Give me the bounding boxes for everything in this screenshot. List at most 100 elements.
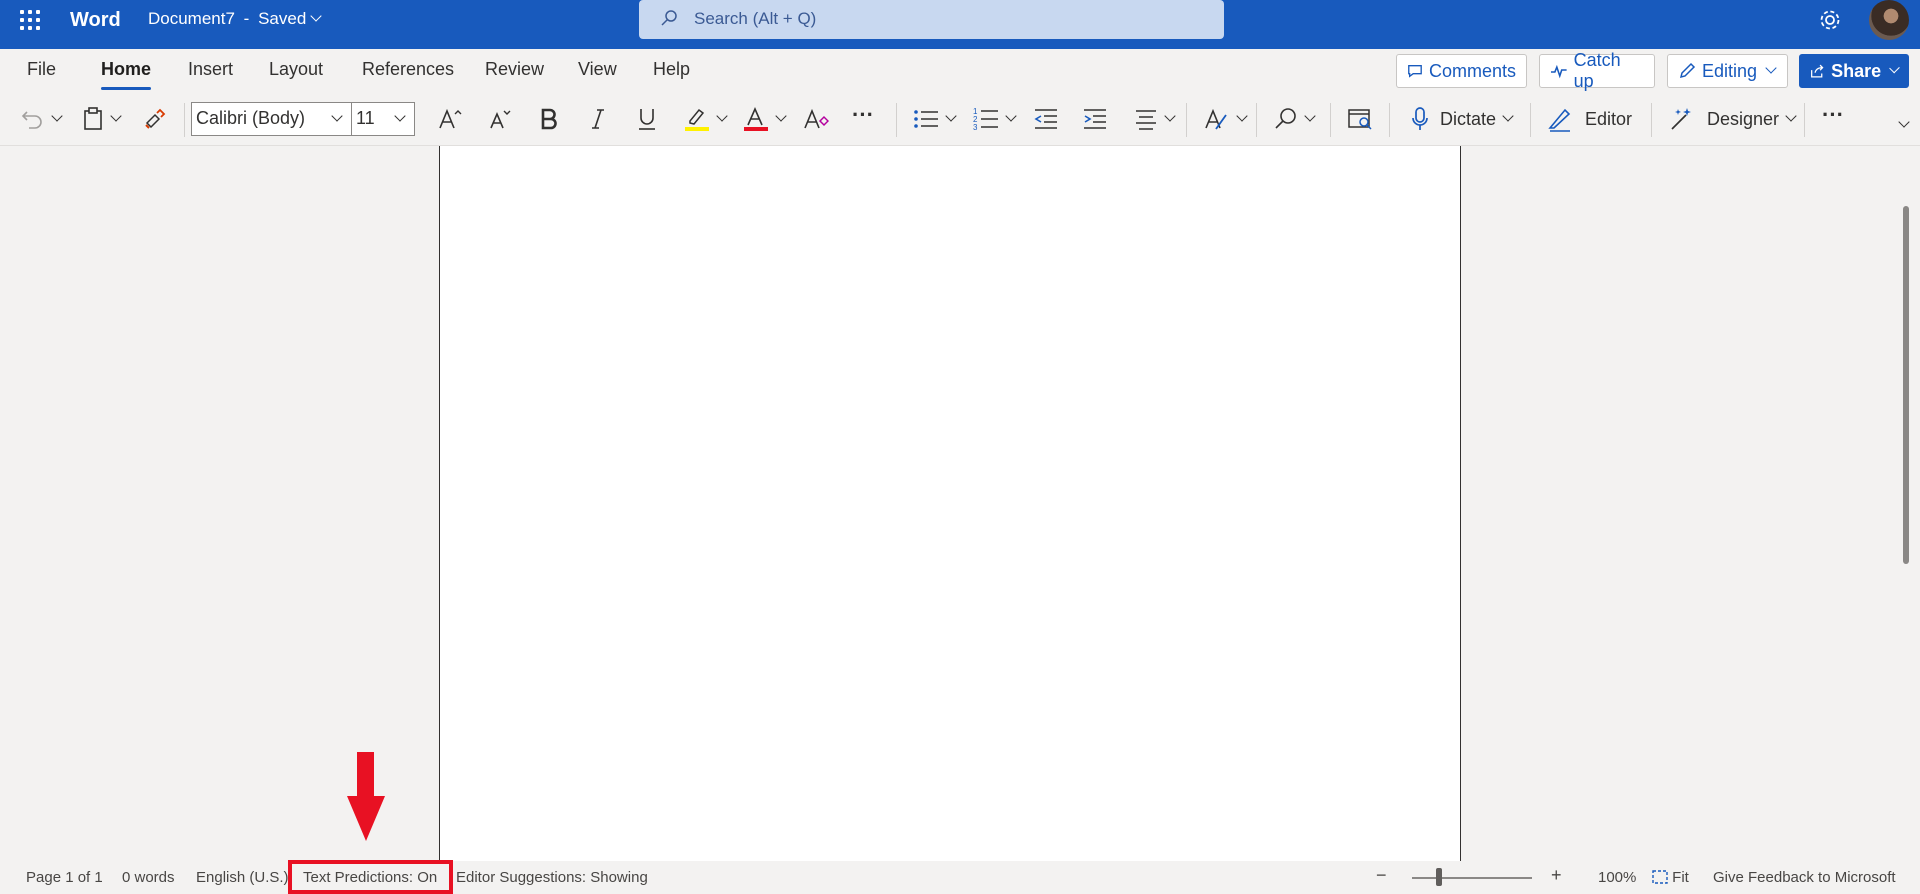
divider bbox=[1186, 103, 1187, 137]
clipboard-icon bbox=[84, 107, 102, 130]
zoom-slider-thumb[interactable] bbox=[1436, 868, 1442, 886]
chevron-down-icon bbox=[1005, 110, 1017, 122]
shrink-font-button[interactable] bbox=[488, 104, 512, 134]
title-bar: Word Document7 - Saved Search (Alt + Q) bbox=[0, 0, 1920, 49]
chevron-down-icon bbox=[110, 110, 122, 122]
page-count[interactable]: Page 1 of 1 bbox=[26, 869, 103, 886]
activity-icon bbox=[1550, 64, 1567, 79]
app-name[interactable]: Word bbox=[70, 9, 121, 32]
styles-button[interactable] bbox=[1204, 104, 1248, 134]
fit-label: Fit bbox=[1672, 869, 1689, 886]
document-title[interactable]: Document7 - Saved bbox=[148, 9, 322, 29]
font-name-dropdown[interactable]: Calibri (Body) bbox=[191, 102, 352, 136]
bullets-button[interactable] bbox=[913, 104, 957, 134]
undo-button[interactable] bbox=[21, 104, 63, 134]
shrink-font-icon bbox=[490, 110, 511, 129]
word-count[interactable]: 0 words bbox=[122, 869, 175, 886]
underline-button[interactable] bbox=[637, 104, 657, 134]
tab-help[interactable]: Help bbox=[653, 59, 690, 80]
tab-view[interactable]: View bbox=[578, 59, 617, 80]
divider bbox=[1389, 103, 1390, 137]
decrease-indent-button[interactable] bbox=[1033, 104, 1059, 134]
reuse-files-button[interactable] bbox=[1347, 104, 1373, 134]
save-status: Saved bbox=[258, 9, 307, 28]
tab-layout[interactable]: Layout bbox=[269, 59, 323, 80]
grow-font-button[interactable] bbox=[437, 104, 463, 134]
italic-icon bbox=[592, 109, 604, 129]
editor-suggestions-status[interactable]: Editor Suggestions: Showing bbox=[456, 869, 648, 886]
chevron-down-icon bbox=[1164, 110, 1176, 122]
find-button[interactable] bbox=[1274, 104, 1316, 134]
share-label: Share bbox=[1831, 60, 1882, 81]
italic-button[interactable] bbox=[590, 104, 606, 134]
chevron-down-icon bbox=[1898, 116, 1910, 128]
chevron-down-icon bbox=[1765, 62, 1777, 74]
tab-insert[interactable]: Insert bbox=[188, 59, 233, 80]
font-color-button[interactable] bbox=[743, 104, 787, 134]
chevron-down-icon bbox=[394, 110, 406, 122]
language-indicator[interactable]: English (U.S.) bbox=[196, 869, 289, 886]
clear-formatting-button[interactable] bbox=[803, 104, 829, 134]
tab-file[interactable]: File bbox=[27, 59, 56, 80]
editor-label: Editor bbox=[1585, 108, 1633, 129]
font-size-dropdown[interactable]: 11 bbox=[351, 102, 415, 136]
svg-text:3: 3 bbox=[973, 123, 978, 132]
annotation-arrow-head bbox=[347, 796, 385, 841]
tab-references[interactable]: References bbox=[362, 59, 454, 80]
home-ribbon: Calibri (Body) 11 ··· 123 Dictate Editor… bbox=[0, 94, 1920, 146]
app-launcher-icon[interactable] bbox=[19, 9, 41, 31]
underline-icon bbox=[639, 109, 655, 130]
paragraph-alignment-button[interactable] bbox=[1134, 104, 1176, 134]
dictate-label: Dictate bbox=[1440, 108, 1497, 129]
chevron-down-icon bbox=[310, 10, 322, 22]
share-button[interactable]: Share bbox=[1799, 54, 1909, 88]
bold-button[interactable] bbox=[540, 104, 558, 134]
more-font-options-button[interactable]: ··· bbox=[852, 100, 874, 130]
editor-icon bbox=[1548, 108, 1571, 132]
editor-button[interactable]: Editor bbox=[1547, 104, 1632, 134]
divider bbox=[1530, 103, 1531, 137]
title-separator: - bbox=[243, 9, 250, 28]
editing-mode-button[interactable]: Editing bbox=[1667, 54, 1788, 88]
comments-button[interactable]: Comments bbox=[1396, 54, 1527, 88]
vertical-scrollbar[interactable] bbox=[1903, 206, 1909, 564]
search-input[interactable]: Search (Alt + Q) bbox=[694, 9, 816, 29]
numbering-button[interactable]: 123 bbox=[973, 104, 1017, 134]
zoom-in-button[interactable]: + bbox=[1551, 865, 1562, 886]
paste-button[interactable] bbox=[82, 104, 122, 134]
reuse-files-icon bbox=[1348, 109, 1372, 130]
zoom-out-button[interactable]: − bbox=[1376, 865, 1387, 886]
more-options-button[interactable]: ··· bbox=[1822, 100, 1844, 130]
increase-indent-icon bbox=[1084, 109, 1106, 129]
divider bbox=[1804, 103, 1805, 137]
chevron-down-icon bbox=[775, 110, 787, 122]
search-box[interactable]: Search (Alt + Q) bbox=[639, 0, 1224, 39]
gear-icon[interactable] bbox=[1818, 8, 1842, 32]
catch-up-button[interactable]: Catch up bbox=[1539, 50, 1655, 91]
divider bbox=[184, 103, 185, 137]
zoom-level[interactable]: 100% bbox=[1598, 869, 1636, 886]
designer-label: Designer bbox=[1707, 108, 1780, 129]
decrease-indent-icon bbox=[1034, 109, 1057, 129]
fit-button[interactable]: Fit bbox=[1652, 869, 1689, 886]
avatar[interactable] bbox=[1869, 0, 1909, 40]
numbered-list-icon: 123 bbox=[973, 107, 998, 132]
clear-formatting-icon bbox=[804, 108, 829, 129]
divider bbox=[1256, 103, 1257, 137]
format-painter-button[interactable] bbox=[143, 104, 167, 134]
tab-home[interactable]: Home bbox=[101, 59, 152, 90]
document-page[interactable] bbox=[439, 146, 1461, 861]
expand-ribbon-button[interactable] bbox=[1896, 110, 1910, 140]
increase-indent-button[interactable] bbox=[1082, 104, 1108, 134]
feedback-link[interactable]: Give Feedback to Microsoft bbox=[1713, 869, 1896, 886]
dictate-button[interactable]: Dictate bbox=[1410, 104, 1514, 134]
highlight-color-button[interactable] bbox=[684, 104, 728, 134]
tab-review[interactable]: Review bbox=[485, 59, 544, 80]
document-canvas bbox=[0, 146, 1920, 861]
chevron-down-icon bbox=[1304, 110, 1316, 122]
zoom-slider-track[interactable] bbox=[1412, 877, 1532, 879]
document-name: Document7 bbox=[148, 9, 235, 28]
designer-button[interactable]: Designer bbox=[1669, 104, 1797, 134]
ribbon-tabs: File Home Insert Layout References Revie… bbox=[0, 49, 1920, 94]
pencil-icon bbox=[1679, 62, 1696, 79]
